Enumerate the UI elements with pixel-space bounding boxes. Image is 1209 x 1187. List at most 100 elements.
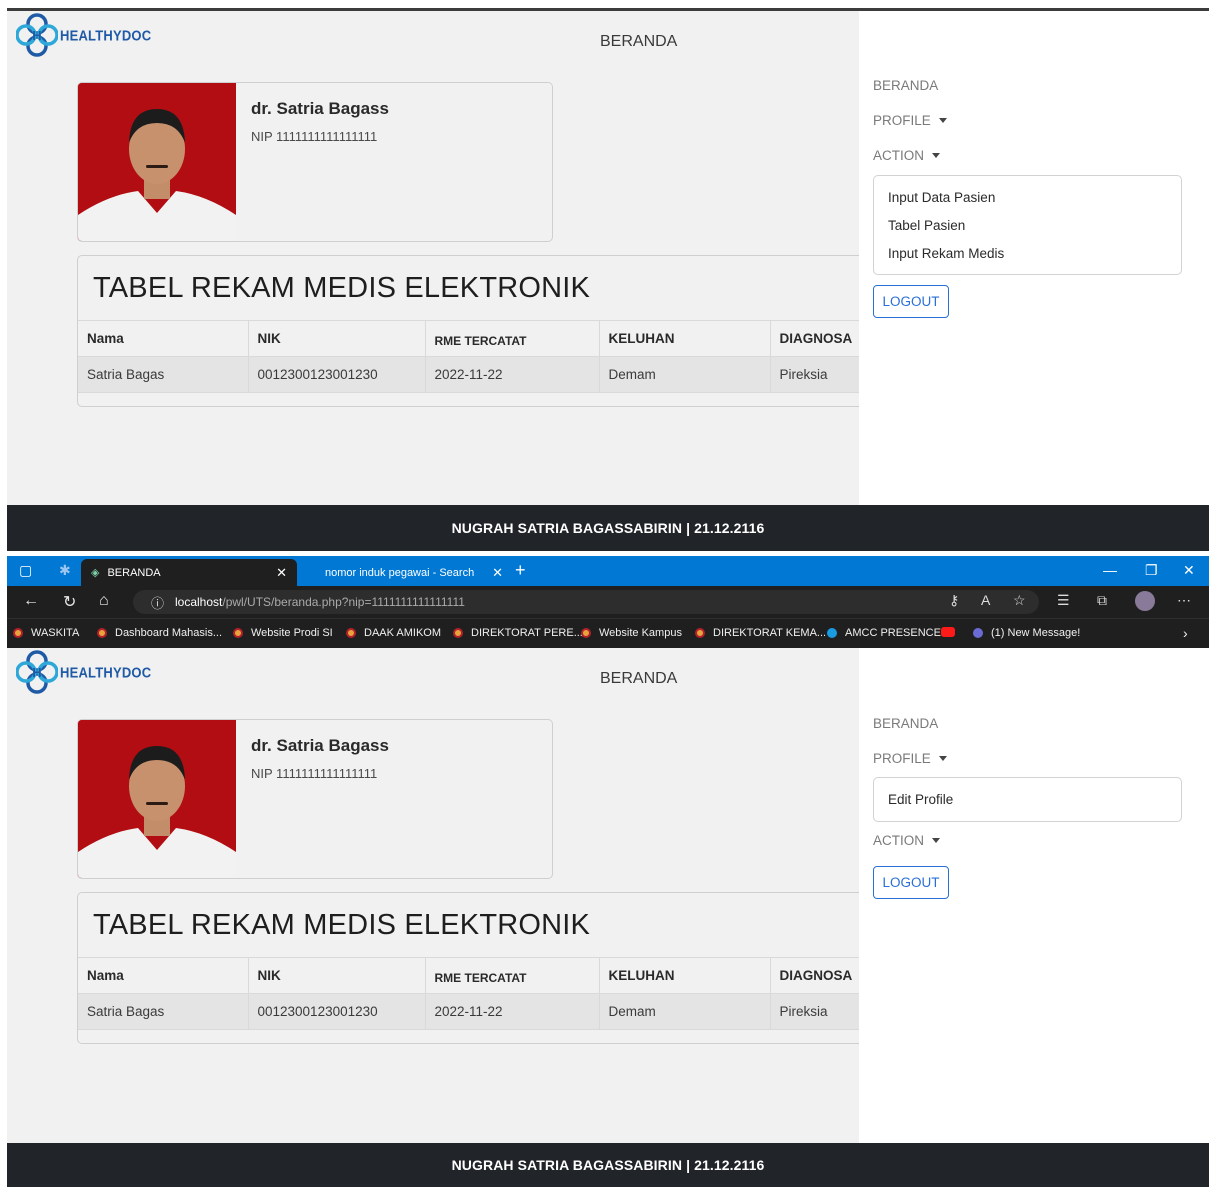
bookmark-waskita[interactable]: WASKITA [13,627,79,639]
doctor-name: dr. Satria Bagass [251,736,389,755]
cell-nik: 0012300123001230 [247,993,425,1030]
new-tab-icon[interactable]: + [515,560,526,581]
sidebar-item-profile[interactable]: PROFILE [873,751,947,766]
brand-name: HEALTHYDOC [60,663,152,681]
svg-text:H: H [32,665,41,680]
sidebar-item-profile[interactable]: PROFILE [873,113,947,128]
bookmark-label: DIREKTORAT PERE... [471,627,583,639]
tab-beranda[interactable]: ◈ BERANDA ✕ [81,559,297,586]
sidebar-beranda-label: BERANDA [873,78,939,93]
bookmark-label: DIREKTORAT KEMA... [713,627,827,639]
bookmark-icon [453,628,463,638]
sidebar-item-beranda[interactable]: BERANDA [873,716,938,731]
header-rme: RME TERCATAT [424,957,599,994]
bookmark-prodi[interactable]: Website Prodi SI [233,627,333,639]
avatar[interactable] [1135,591,1155,611]
header-nama: Nama [78,957,248,994]
window-menu-icon[interactable]: ▢ [19,562,32,579]
brand-logo[interactable]: H HEALTHYDOC [15,650,152,694]
footer: NUGRAH SATRIA BAGASSABIRIN | 21.12.2116 [7,505,1209,551]
rme-table-card: TABEL REKAM MEDIS ELEKTRONIK Nama NIK RM… [77,255,877,407]
bookmark-website-kampus[interactable]: Website Kampus [581,627,682,639]
favorite-add-icon[interactable]: ☆ [1013,592,1026,609]
menu-item-edit-profile[interactable]: Edit Profile [888,792,953,807]
url-text: localhost/pwl/UTS/beranda.php?nip=111111… [175,595,465,609]
header-nama: Nama [78,320,248,357]
restore-icon[interactable]: ❐ [1145,562,1158,579]
more-icon[interactable]: ⋯ [1177,592,1191,609]
browser-address-bar: ← ↻ ⌂ ⓘ localhost/pwl/UTS/beranda.php?ni… [7,586,1209,618]
brand-logo[interactable]: H HEALTHYDOC [15,13,151,57]
sidebar-item-action[interactable]: ACTION [873,833,941,848]
sidebar-action-label: ACTION [873,148,925,163]
table-title: TABEL REKAM MEDIS ELEKTRONIK [93,909,591,941]
bookmark-youtube[interactable] [941,627,963,637]
cell-rme: 2022-11-22 [424,356,599,393]
action-dropdown-menu: Input Data Pasien Tabel Pasien Input Rek… [873,175,1182,275]
sidebar: BERANDA PROFILE ACTION Input Data Pasien… [859,11,1209,505]
cell-keluhan: Demam [598,993,770,1030]
chevron-right-icon[interactable]: › [1183,625,1188,641]
info-icon[interactable]: ⓘ [151,593,164,612]
favorites-icon[interactable]: ☰ [1057,592,1070,609]
sidebar-item-action[interactable]: ACTION [873,148,941,163]
bookmarks-bar: WASKITA Dashboard Mahasis... Website Pro… [7,618,1209,648]
logout-button[interactable]: LOGOUT [873,866,949,899]
bookmark-label: WASKITA [31,627,80,639]
menu-item-tabel-pasien[interactable]: Tabel Pasien [888,218,965,233]
bookmark-direktorat-kema[interactable]: DIREKTORAT KEMA... [695,627,826,639]
doctor-name: dr. Satria Bagass [251,99,389,118]
header-rme: RME TERCATAT [424,320,599,357]
youtube-icon [941,627,955,637]
screenshot-root: H HEALTHYDOC BERANDA dr. Satria Bagass N… [0,0,1209,1187]
sidebar: BERANDA PROFILE Edit Profile ACTION LOGO… [859,648,1209,1143]
cell-nama: Satria Bagas [78,993,248,1030]
url-field[interactable]: ⓘ localhost/pwl/UTS/beranda.php?nip=1111… [133,590,1039,614]
doctor-photo [78,83,236,241]
tab-close-icon[interactable]: ✕ [492,565,503,581]
caret-down-icon [938,756,947,761]
bookmark-label: AMCC PRESENCE [845,627,941,639]
sidebar-action-label: ACTION [873,833,925,848]
table-row: Satria Bagas 0012300123001230 2022-11-22… [78,993,876,1030]
menu-item-input-data-pasien[interactable]: Input Data Pasien [888,190,995,205]
bookmark-amcc[interactable]: AMCC PRESENCE [827,627,941,639]
bookmark-icon [97,628,107,638]
cell-keluhan: Demam [598,356,770,393]
doctor-nip: NIP 1111111111111111 [251,129,378,144]
cell-nik: 0012300123001230 [247,356,425,393]
bookmark-icon [581,628,591,638]
menu-item-input-rekam-medis[interactable]: Input Rekam Medis [888,246,1004,261]
doctor-nip: NIP 1111111111111111 [251,766,378,781]
bookmark-direktorat-pere[interactable]: DIREKTORAT PERE... [453,627,583,639]
doctor-profile-card: dr. Satria Bagass NIP 1111111111111111 [77,82,553,242]
read-aloud-icon[interactable]: A [981,592,990,608]
doctor-photo [78,720,236,878]
sidebar-beranda-label: BERANDA [873,716,939,731]
tab-close-icon[interactable]: ✕ [276,565,287,581]
header-keluhan: KELUHAN [598,957,770,994]
bookmark-icon [233,628,243,638]
collections-icon[interactable]: ⧉ [1097,592,1107,609]
bookmark-new-message[interactable]: (1) New Message! [973,627,1080,639]
bookmark-dashboard[interactable]: Dashboard Mahasis... [97,627,222,639]
tab-search[interactable]: nomor induk pegawai - Search ✕ [307,559,507,586]
close-window-icon[interactable]: ✕ [1183,562,1195,579]
tab-beranda-label: BERANDA [107,566,161,579]
key-icon[interactable]: ⚷ [949,592,959,609]
home-icon[interactable]: ⌂ [99,592,109,610]
workspace-icon[interactable]: ✱ [59,562,71,579]
bookmark-icon [973,628,983,638]
navbar-title: BERANDA [600,33,678,50]
refresh-icon[interactable]: ↻ [63,592,76,612]
back-icon[interactable]: ← [23,592,39,610]
bookmark-daak[interactable]: DAAK AMIKOM [346,627,441,639]
sidebar-item-beranda[interactable]: BERANDA [873,78,938,93]
logout-button[interactable]: LOGOUT [873,285,949,318]
url-path: /pwl/UTS/beranda.php?nip=111111111111111… [222,595,465,609]
minimize-icon[interactable]: — [1103,562,1117,578]
caret-down-icon [932,838,941,843]
bookmark-label: Website Prodi SI [251,627,333,639]
favicon-icon: ◈ [91,567,100,579]
sidebar-profile-label: PROFILE [873,113,931,128]
